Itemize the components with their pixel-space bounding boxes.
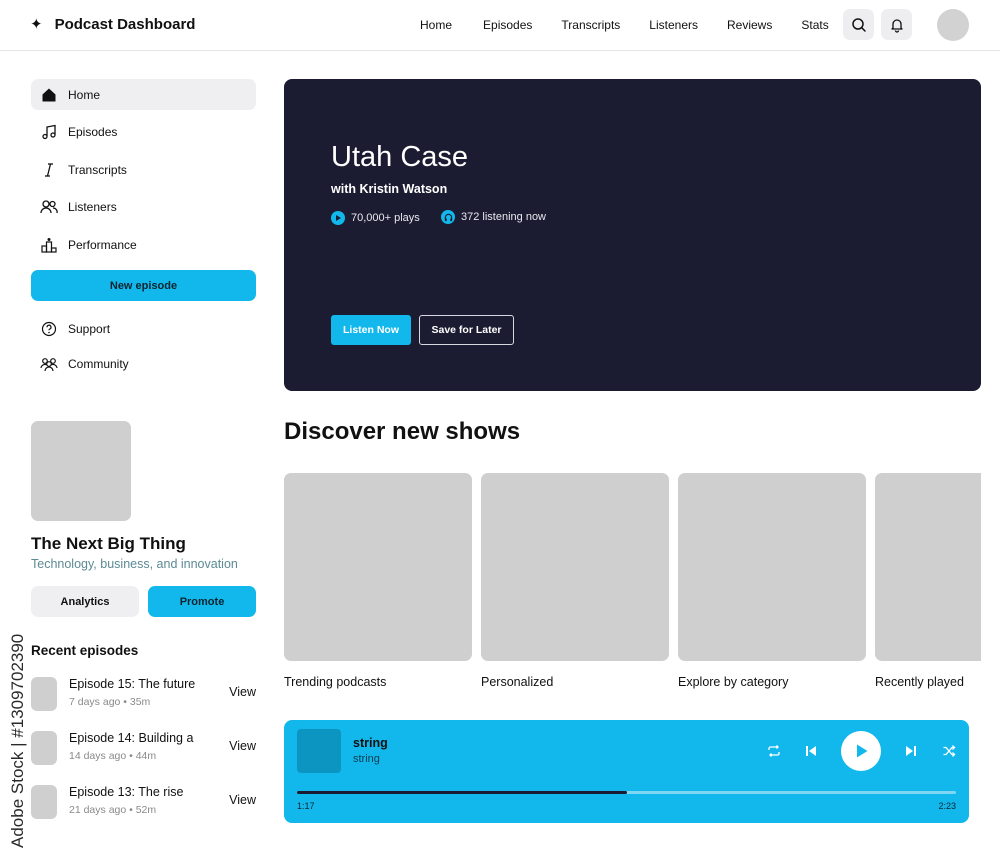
episode-thumbnail (31, 785, 57, 819)
view-link[interactable]: View (229, 685, 256, 699)
episode-thumbnail (31, 677, 57, 711)
previous-button[interactable] (802, 742, 820, 760)
episode-thumbnail (31, 731, 57, 765)
top-bar: ✦ Podcast Dashboard Home Episodes Transc… (0, 0, 1000, 51)
show-cover-image (31, 421, 131, 521)
discover-heading: Discover new shows (284, 418, 521, 445)
show-title: The Next Big Thing (31, 534, 186, 553)
nav-listeners[interactable]: Listeners (649, 17, 698, 33)
skip-forward-icon (906, 746, 916, 756)
elapsed-time: 1:17 (297, 801, 315, 811)
italic-text-icon (40, 161, 58, 179)
sidebar-item-transcripts[interactable]: Transcripts (31, 154, 256, 185)
plays-stat: 70,000+ plays (331, 211, 420, 225)
sidebar-item-label: Support (68, 321, 111, 336)
bell-icon (890, 18, 903, 33)
home-icon (40, 86, 58, 104)
listen-now-button[interactable]: Listen Now (331, 315, 411, 345)
play-icon (857, 744, 868, 758)
new-episode-button[interactable]: New episode (31, 270, 256, 301)
show-card-image[interactable] (284, 473, 472, 661)
card-label[interactable]: Recently played (875, 675, 964, 689)
search-button[interactable] (843, 9, 874, 40)
sidebar-item-label: Performance (68, 237, 137, 252)
episode-meta: 21 days ago • 52m (69, 804, 157, 816)
show-subtitle: Technology, business, and innovation (31, 557, 238, 571)
sidebar-item-label: Episodes (68, 124, 118, 139)
sidebar-item-label: Community (68, 356, 129, 371)
skip-back-icon (806, 746, 816, 756)
listening-count: 372 listening now (461, 211, 547, 223)
episode-title: Episode 13: The rise (69, 785, 184, 799)
show-card-image[interactable] (875, 473, 981, 661)
total-duration: 2:23 (938, 801, 956, 811)
card-label[interactable]: Personalized (481, 675, 553, 689)
nav-transcripts[interactable]: Transcripts (561, 17, 620, 33)
help-circle-icon (40, 320, 58, 338)
show-card-image[interactable] (678, 473, 866, 661)
list-item[interactable]: Episode 13: The rise 21 days ago • 52m V… (31, 785, 256, 819)
nav-reviews[interactable]: Reviews (727, 17, 772, 33)
stock-watermark: Adobe Stock | #1309702390 (8, 633, 27, 848)
sidebar-item-episodes[interactable]: Episodes (31, 116, 256, 147)
sidebar-item-performance[interactable]: Performance (31, 229, 256, 260)
repeat-icon (768, 745, 780, 757)
audio-player: string string 1:17 2:23 (284, 720, 969, 823)
recent-episodes-heading: Recent episodes (31, 643, 139, 658)
show-card-image[interactable] (481, 473, 669, 661)
sidebar-item-home[interactable]: Home (31, 79, 256, 110)
view-link[interactable]: View (229, 739, 256, 753)
hero-title: Utah Case (331, 141, 469, 173)
community-icon (40, 355, 58, 373)
sidebar-item-listeners[interactable]: Listeners (31, 191, 256, 222)
nav-home[interactable]: Home (420, 17, 452, 33)
episode-meta: 14 days ago • 44m (69, 750, 157, 762)
list-item[interactable]: Episode 14: Building a 14 days ago • 44m… (31, 731, 256, 765)
featured-hero: Utah Case with Kristin Watson 70,000+ pl… (284, 79, 981, 391)
player-artwork (297, 729, 341, 773)
next-button[interactable] (902, 742, 920, 760)
hero-host: with Kristin Watson (331, 182, 448, 196)
player-subtitle: string (353, 753, 380, 765)
sparkle-icon: ✦ (30, 16, 43, 33)
brand[interactable]: ✦ Podcast Dashboard (30, 15, 195, 35)
top-nav: Home Episodes Transcripts Listeners Revi… (420, 17, 829, 33)
progress-track[interactable] (297, 791, 956, 794)
sidebar-item-label: Listeners (68, 199, 117, 214)
avatar[interactable] (937, 9, 969, 41)
podium-icon (40, 236, 58, 254)
list-item[interactable]: Episode 15: The future 7 days ago • 35m … (31, 677, 256, 711)
shuffle-icon (943, 745, 956, 757)
plays-count: 70,000+ plays (351, 212, 420, 224)
card-label[interactable]: Trending podcasts (284, 675, 386, 689)
shuffle-button[interactable] (940, 742, 958, 760)
repeat-button[interactable] (765, 742, 783, 760)
card-label[interactable]: Explore by category (678, 675, 788, 689)
promote-button[interactable]: Promote (148, 586, 256, 617)
progress-fill (297, 791, 627, 794)
listening-stat: 372 listening now (441, 210, 546, 224)
music-note-icon (40, 123, 58, 141)
episode-title: Episode 14: Building a (69, 731, 194, 745)
sidebar-item-label: Transcripts (68, 162, 127, 177)
view-link[interactable]: View (229, 793, 256, 807)
analytics-button[interactable]: Analytics (31, 586, 139, 617)
notifications-button[interactable] (881, 9, 912, 40)
save-for-later-button[interactable]: Save for Later (419, 315, 514, 345)
sidebar-item-community[interactable]: Community (31, 348, 256, 379)
play-circle-icon (331, 211, 345, 225)
nav-stats[interactable]: Stats (801, 17, 828, 33)
search-icon (851, 17, 866, 32)
player-title: string (353, 736, 388, 750)
episode-title: Episode 15: The future (69, 677, 196, 691)
sidebar-item-support[interactable]: Support (31, 313, 256, 344)
headphones-icon (441, 210, 455, 224)
nav-episodes[interactable]: Episodes (483, 17, 532, 33)
app-title: Podcast Dashboard (54, 16, 196, 33)
episode-meta: 7 days ago • 35m (69, 696, 151, 708)
sidebar-item-label: Home (68, 87, 101, 102)
play-button[interactable] (841, 731, 881, 771)
users-icon (40, 198, 58, 216)
